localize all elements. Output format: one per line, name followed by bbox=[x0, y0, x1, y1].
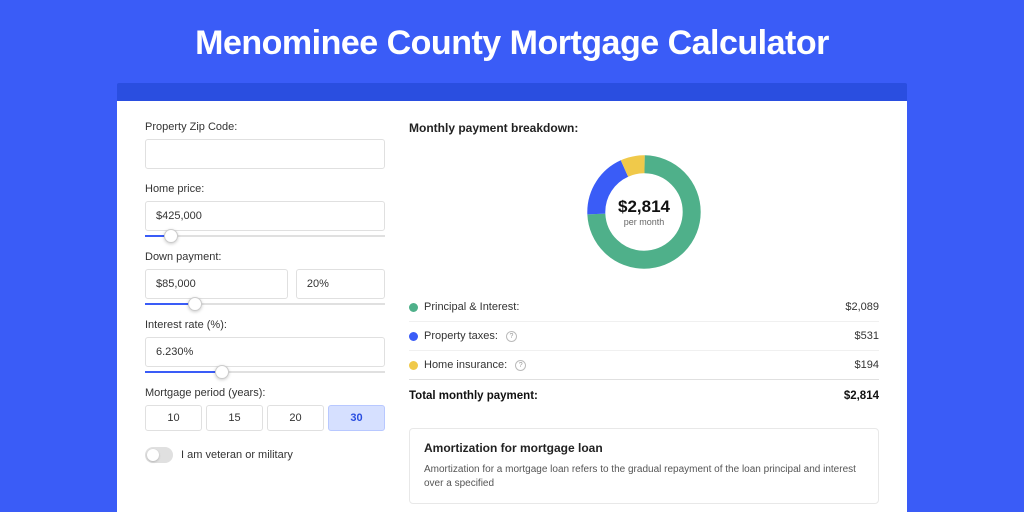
amortization-text: Amortization for a mortgage loan refers … bbox=[424, 463, 864, 491]
down-label: Down payment: bbox=[145, 251, 385, 263]
donut-sub: per month bbox=[624, 217, 665, 227]
legend-value: $531 bbox=[855, 330, 879, 342]
donut-chart-wrap: $2,814 per month bbox=[409, 135, 879, 293]
period-btn-30[interactable]: 30 bbox=[328, 405, 385, 431]
donut-chart: $2,814 per month bbox=[581, 149, 707, 275]
down-amount-input[interactable] bbox=[145, 269, 288, 299]
total-label: Total monthly payment: bbox=[409, 390, 538, 402]
period-btn-10[interactable]: 10 bbox=[145, 405, 202, 431]
slider-thumb[interactable] bbox=[215, 365, 229, 379]
legend: Principal & Interest: $2,089 Property taxe… bbox=[409, 293, 879, 379]
down-slider[interactable] bbox=[145, 303, 385, 305]
total-value: $2,814 bbox=[844, 390, 879, 402]
legend-dot bbox=[409, 332, 418, 341]
amortization-title: Amortization for mortgage loan bbox=[424, 441, 864, 455]
legend-dot bbox=[409, 303, 418, 312]
period-btn-15[interactable]: 15 bbox=[206, 405, 263, 431]
legend-label: Home insurance: bbox=[424, 359, 507, 371]
down-pct-input[interactable] bbox=[296, 269, 385, 299]
period-buttons: 10152030 bbox=[145, 405, 385, 431]
legend-left: Home insurance:? bbox=[409, 359, 526, 371]
zip-label: Property Zip Code: bbox=[145, 121, 385, 133]
price-slider[interactable] bbox=[145, 235, 385, 237]
rate-slider[interactable] bbox=[145, 371, 385, 373]
legend-dot bbox=[409, 361, 418, 370]
legend-label: Property taxes: bbox=[424, 330, 498, 342]
total-row: Total monthly payment: $2,814 bbox=[409, 379, 879, 412]
veteran-label: I am veteran or military bbox=[181, 449, 293, 461]
period-btn-20[interactable]: 20 bbox=[267, 405, 324, 431]
legend-left: Property taxes:? bbox=[409, 330, 517, 342]
slider-thumb[interactable] bbox=[188, 297, 202, 311]
legend-label: Principal & Interest: bbox=[424, 301, 519, 313]
rate-field-group: Interest rate (%): bbox=[145, 319, 385, 373]
veteran-toggle[interactable] bbox=[145, 447, 173, 463]
price-label: Home price: bbox=[145, 183, 385, 195]
toggle-knob bbox=[147, 449, 159, 461]
legend-row: Property taxes:? $531 bbox=[409, 321, 879, 350]
donut-amount: $2,814 bbox=[618, 197, 670, 217]
rate-input[interactable] bbox=[145, 337, 385, 367]
zip-input[interactable] bbox=[145, 139, 385, 169]
page-title: Menominee County Mortgage Calculator bbox=[0, 0, 1024, 83]
card-container: Property Zip Code: Home price: Down paym… bbox=[117, 83, 907, 512]
form-panel: Property Zip Code: Home price: Down paym… bbox=[145, 121, 385, 512]
down-field-group: Down payment: bbox=[145, 251, 385, 305]
legend-value: $194 bbox=[855, 359, 879, 371]
zip-field-group: Property Zip Code: bbox=[145, 121, 385, 169]
rate-label: Interest rate (%): bbox=[145, 319, 385, 331]
period-field-group: Mortgage period (years): 10152030 bbox=[145, 387, 385, 431]
price-input[interactable] bbox=[145, 201, 385, 231]
breakdown-title: Monthly payment breakdown: bbox=[409, 121, 879, 135]
info-icon[interactable]: ? bbox=[515, 360, 526, 371]
price-field-group: Home price: bbox=[145, 183, 385, 237]
calculator-card: Property Zip Code: Home price: Down paym… bbox=[117, 101, 907, 512]
legend-row: Principal & Interest: $2,089 bbox=[409, 293, 879, 321]
legend-row: Home insurance:? $194 bbox=[409, 350, 879, 379]
veteran-row: I am veteran or military bbox=[145, 447, 385, 463]
donut-center: $2,814 per month bbox=[581, 149, 707, 275]
amortization-box: Amortization for mortgage loan Amortizat… bbox=[409, 428, 879, 504]
slider-thumb[interactable] bbox=[164, 229, 178, 243]
breakdown-panel: Monthly payment breakdown: $2,814 per mo… bbox=[409, 121, 879, 512]
period-label: Mortgage period (years): bbox=[145, 387, 385, 399]
info-icon[interactable]: ? bbox=[506, 331, 517, 342]
legend-left: Principal & Interest: bbox=[409, 301, 519, 313]
legend-value: $2,089 bbox=[845, 301, 879, 313]
